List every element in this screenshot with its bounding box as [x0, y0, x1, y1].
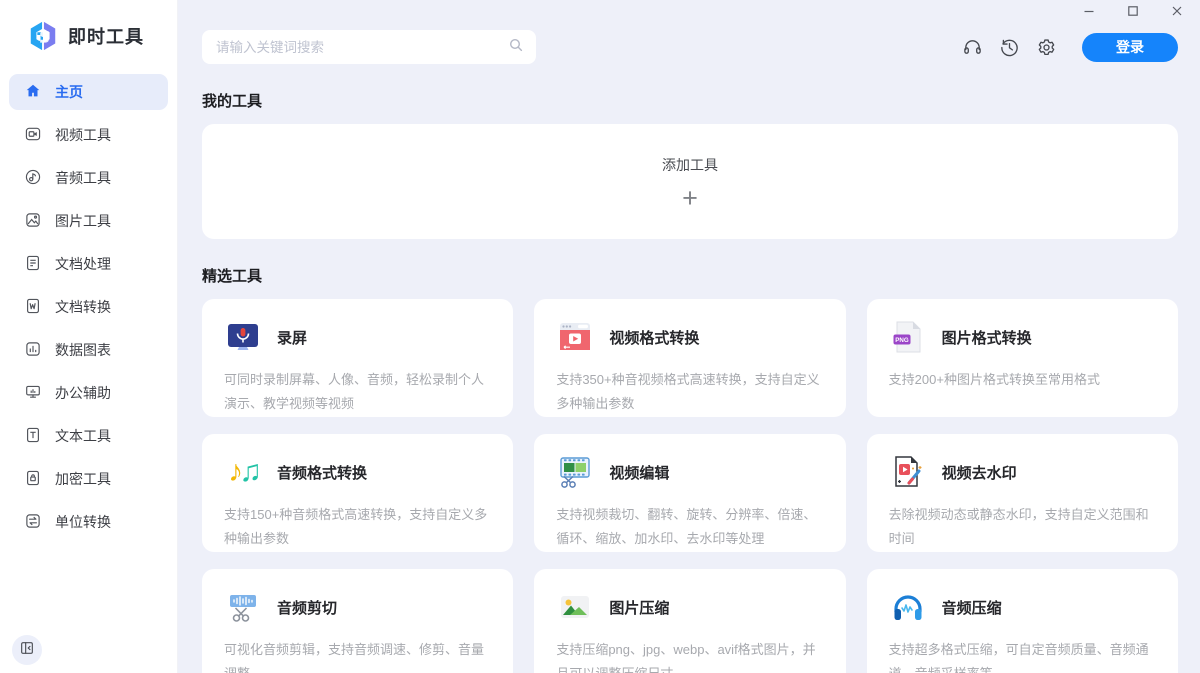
- logo-icon: [27, 20, 59, 52]
- my-tools-title: 我的工具: [202, 90, 1178, 111]
- featured-tools-grid: 录屏 可同时录制屏幕、人像、音频，轻松录制个人演示、教学视频等视频 视频格式转换…: [202, 299, 1178, 673]
- search-box[interactable]: [202, 30, 536, 64]
- sidebar-item-encrypt-tools[interactable]: 加密工具: [9, 461, 168, 497]
- tool-card-title: 视频去水印: [942, 462, 1017, 483]
- tool-card-title: 音频压缩: [942, 597, 1002, 618]
- video-edit-icon: [556, 453, 594, 491]
- sidebar-item-data-chart[interactable]: 数据图表: [9, 332, 168, 368]
- data-chart-icon: [24, 340, 42, 361]
- tool-card-title: 视频编辑: [609, 462, 669, 483]
- close-button[interactable]: [1168, 2, 1186, 20]
- tool-card-title: 图片压缩: [609, 597, 669, 618]
- sidebar-item-label: 音频工具: [55, 168, 111, 188]
- encrypt-tools-icon: [24, 469, 42, 490]
- screen-record-icon: [224, 318, 262, 356]
- audio-cut-icon: [224, 588, 262, 626]
- plus-icon[interactable]: +: [682, 188, 698, 208]
- tool-card-desc: 可视化音频剪辑，支持音频调速、修剪、音量调整: [224, 638, 491, 673]
- tool-card-title: 图片格式转换: [942, 327, 1032, 348]
- tool-card-desc: 可同时录制屏幕、人像、音频，轻松录制个人演示、教学视频等视频: [224, 368, 491, 416]
- sidebar-item-label: 文档转换: [55, 297, 111, 317]
- svg-text:PNG: PNG: [895, 337, 909, 344]
- topbar: 登录: [202, 30, 1178, 64]
- unit-convert-icon: [24, 512, 42, 533]
- tool-card-desc: 去除视频动态或静态水印，支持自定义范围和时间: [889, 503, 1156, 551]
- office-assist-icon: [24, 383, 42, 404]
- sidebar: 即时工具 主页 视频工具 音频工具 图片工具 文档处理: [0, 0, 178, 673]
- tool-card-desc: 支持200+种图片格式转换至常用格式: [889, 368, 1156, 392]
- doc-process-icon: [24, 254, 42, 275]
- add-tool-card[interactable]: 添加工具 +: [202, 124, 1178, 239]
- tool-card-audio-format-convert[interactable]: ♪♫ 音频格式转换 支持150+种音频格式高速转换，支持自定义多种输出参数: [202, 434, 513, 552]
- video-watermark-remove-icon: [889, 453, 927, 491]
- collapse-sidebar-button[interactable]: [12, 635, 42, 665]
- tool-card-desc: 支持350+种音视频格式高速转换，支持自定义多种输出参数: [556, 368, 823, 416]
- video-tools-icon: [24, 125, 42, 146]
- app-logo: 即时工具: [0, 0, 177, 52]
- sidebar-item-label: 数据图表: [55, 340, 111, 360]
- sidebar-item-label: 单位转换: [55, 512, 111, 532]
- image-format-convert-icon: PNG: [889, 318, 927, 356]
- tool-card-image-compress[interactable]: 图片压缩 支持压缩png、jpg、webp、avif格式图片，并且可以调整压缩尺…: [534, 569, 845, 673]
- topbar-actions: 登录: [960, 33, 1178, 62]
- doc-convert-icon: [24, 297, 42, 318]
- tool-card-title: 音频格式转换: [277, 462, 367, 483]
- search-icon[interactable]: [508, 37, 524, 58]
- app-window: 即时工具 主页 视频工具 音频工具 图片工具 文档处理: [0, 0, 1200, 673]
- featured-tools-title: 精选工具: [202, 265, 1178, 286]
- text-tools-icon: [24, 426, 42, 447]
- image-compress-icon: [556, 588, 594, 626]
- audio-compress-icon: [889, 588, 927, 626]
- sidebar-item-unit-convert[interactable]: 单位转换: [9, 504, 168, 540]
- sidebar-item-label: 办公辅助: [55, 383, 111, 403]
- collapse-sidebar-icon: [19, 640, 35, 661]
- home-icon: [24, 82, 42, 103]
- sidebar-item-image-tools[interactable]: 图片工具: [9, 203, 168, 239]
- tool-card-audio-compress[interactable]: 音频压缩 支持超多格式压缩，可自定音频质量、音频通道、音频采样率等: [867, 569, 1178, 673]
- history-icon[interactable]: [997, 35, 1021, 59]
- tool-card-image-format-convert[interactable]: PNG 图片格式转换 支持200+种图片格式转换至常用格式: [867, 299, 1178, 417]
- sidebar-item-label: 文档处理: [55, 254, 111, 274]
- tool-card-desc: 支持视频裁切、翻转、旋转、分辨率、倍速、循环、缩放、加水印、去水印等处理: [556, 503, 823, 551]
- sidebar-item-doc-convert[interactable]: 文档转换: [9, 289, 168, 325]
- tool-card-video-format-convert[interactable]: 视频格式转换 支持350+种音视频格式高速转换，支持自定义多种输出参数: [534, 299, 845, 417]
- tool-card-audio-cut[interactable]: 音频剪切 可视化音频剪辑，支持音频调速、修剪、音量调整: [202, 569, 513, 673]
- window-controls: [1080, 2, 1186, 20]
- settings-gear-icon[interactable]: [1034, 35, 1058, 59]
- tool-card-title: 音频剪切: [277, 597, 337, 618]
- minimize-button[interactable]: [1080, 2, 1098, 20]
- maximize-button[interactable]: [1124, 2, 1142, 20]
- sidebar-item-label: 图片工具: [55, 211, 111, 231]
- tool-card-desc: 支持压缩png、jpg、webp、avif格式图片，并且可以调整压缩尺寸: [556, 638, 823, 673]
- video-format-convert-icon: [556, 318, 594, 356]
- sidebar-item-label: 主页: [55, 82, 83, 102]
- tool-card-title: 视频格式转换: [609, 327, 699, 348]
- tool-card-video-watermark-remove[interactable]: 视频去水印 去除视频动态或静态水印，支持自定义范围和时间: [867, 434, 1178, 552]
- app-title: 即时工具: [68, 23, 144, 49]
- sidebar-item-label: 视频工具: [55, 125, 111, 145]
- sidebar-nav: 主页 视频工具 音频工具 图片工具 文档处理 文档转换: [0, 74, 177, 540]
- tool-card-desc: 支持150+种音频格式高速转换，支持自定义多种输出参数: [224, 503, 491, 551]
- support-headset-icon[interactable]: [960, 35, 984, 59]
- tool-card-screen-record[interactable]: 录屏 可同时录制屏幕、人像、音频，轻松录制个人演示、教学视频等视频: [202, 299, 513, 417]
- tool-card-video-edit[interactable]: 视频编辑 支持视频裁切、翻转、旋转、分辨率、倍速、循环、缩放、加水印、去水印等处…: [534, 434, 845, 552]
- audio-tools-icon: [24, 168, 42, 189]
- sidebar-item-audio-tools[interactable]: 音频工具: [9, 160, 168, 196]
- sidebar-item-label: 文本工具: [55, 426, 111, 446]
- sidebar-item-text-tools[interactable]: 文本工具: [9, 418, 168, 454]
- image-tools-icon: [24, 211, 42, 232]
- tool-card-title: 录屏: [277, 327, 307, 348]
- sidebar-item-office-assist[interactable]: 办公辅助: [9, 375, 168, 411]
- login-button[interactable]: 登录: [1082, 33, 1178, 62]
- audio-format-convert-icon: ♪♫: [224, 453, 262, 491]
- sidebar-item-home[interactable]: 主页: [9, 74, 168, 110]
- sidebar-item-doc-process[interactable]: 文档处理: [9, 246, 168, 282]
- sidebar-item-video-tools[interactable]: 视频工具: [9, 117, 168, 153]
- sidebar-item-label: 加密工具: [55, 469, 111, 489]
- tool-card-desc: 支持超多格式压缩，可自定音频质量、音频通道、音频采样率等: [889, 638, 1156, 673]
- search-input[interactable]: [216, 40, 508, 55]
- main-content: 登录 我的工具 添加工具 + 精选工具 录屏 可同时录制屏幕、人像、音频，轻松录…: [178, 0, 1200, 673]
- add-tool-label: 添加工具: [662, 155, 718, 175]
